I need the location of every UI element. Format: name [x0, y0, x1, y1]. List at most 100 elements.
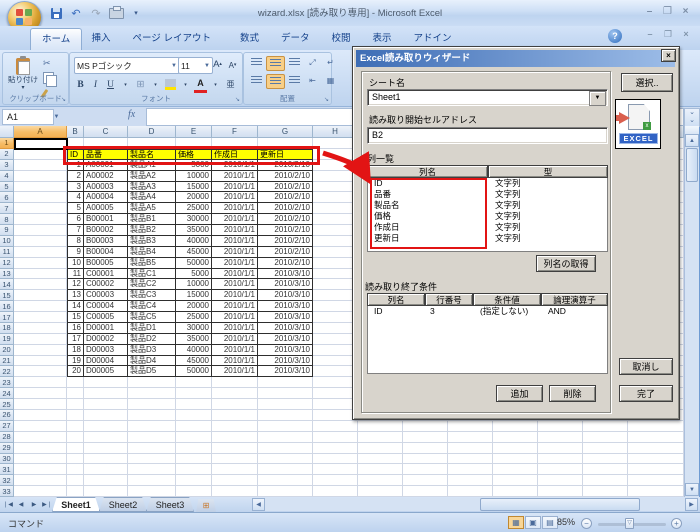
- row-header-21[interactable]: 21: [0, 356, 14, 367]
- cell-F32[interactable]: [212, 475, 258, 486]
- clipboard-dialog-launcher-icon[interactable]: ↘: [61, 96, 66, 103]
- cell-G29[interactable]: [258, 443, 313, 454]
- sheet-tab-Sheet1[interactable]: Sheet1: [52, 497, 100, 512]
- sheet-name-dropdown-icon[interactable]: ▼: [589, 91, 606, 106]
- cell-K31[interactable]: [448, 464, 493, 475]
- cell-L30[interactable]: [493, 454, 538, 465]
- cell-D27[interactable]: [128, 421, 176, 432]
- cell-F10[interactable]: 2010/1/1: [212, 236, 258, 247]
- cell-D5[interactable]: 製品A3: [128, 182, 176, 193]
- cell-C15[interactable]: C00003: [84, 290, 128, 301]
- alignment-dialog-launcher-icon[interactable]: ↘: [324, 96, 329, 103]
- cell-A25[interactable]: [14, 399, 67, 410]
- row-header-5[interactable]: 5: [0, 182, 14, 193]
- cell-H28[interactable]: [313, 432, 358, 443]
- cell-D21[interactable]: 製品D4: [128, 356, 176, 367]
- row-header-26[interactable]: 26: [0, 410, 14, 421]
- cell-B14[interactable]: 12: [67, 279, 84, 290]
- cell-A23[interactable]: [14, 377, 67, 388]
- cell-D7[interactable]: 製品A5: [128, 203, 176, 214]
- cell-B5[interactable]: 3: [67, 182, 84, 193]
- cell-C17[interactable]: C00005: [84, 312, 128, 323]
- cell-B10[interactable]: 8: [67, 236, 84, 247]
- cell-O31[interactable]: [628, 464, 684, 475]
- cell-G12[interactable]: 2010/2/10: [258, 258, 313, 269]
- row-header-11[interactable]: 11: [0, 247, 14, 258]
- cell-F19[interactable]: 2010/1/1: [212, 334, 258, 345]
- row-header-14[interactable]: 14: [0, 279, 14, 290]
- row-header-8[interactable]: 8: [0, 214, 14, 225]
- row-header-1[interactable]: 1: [0, 138, 14, 149]
- get-columns-button[interactable]: 列名の取得: [536, 255, 596, 272]
- select-button[interactable]: 選択..: [621, 73, 673, 92]
- cell-G22[interactable]: 2010/3/10: [258, 366, 313, 377]
- cell-D20[interactable]: 製品D3: [128, 345, 176, 356]
- formula-bar-expand-icon[interactable]: ⌄⌄: [684, 108, 700, 127]
- column-header-D[interactable]: D: [128, 126, 176, 138]
- cut-icon[interactable]: ✂: [43, 57, 61, 69]
- cell-E14[interactable]: 10000: [176, 279, 212, 290]
- cell-B12[interactable]: 10: [67, 258, 84, 269]
- cell-M30[interactable]: [538, 454, 583, 465]
- cell-N28[interactable]: [583, 432, 628, 443]
- cell-B19[interactable]: 17: [67, 334, 84, 345]
- last-sheet-icon[interactable]: ▶❘: [41, 498, 53, 510]
- cell-L29[interactable]: [493, 443, 538, 454]
- column-list-row[interactable]: 価格文字列: [368, 211, 607, 222]
- cell-G24[interactable]: [258, 388, 313, 399]
- cell-A21[interactable]: [14, 356, 67, 367]
- cell-C19[interactable]: D00002: [84, 334, 128, 345]
- cell-B18[interactable]: 16: [67, 323, 84, 334]
- cell-C12[interactable]: B00005: [84, 258, 128, 269]
- cell-B15[interactable]: 13: [67, 290, 84, 301]
- selected-cell-A1[interactable]: [14, 138, 68, 150]
- cell-A33[interactable]: [14, 486, 67, 497]
- cell-B30[interactable]: [67, 454, 84, 465]
- cell-G14[interactable]: 2010/3/10: [258, 279, 313, 290]
- align-top-icon[interactable]: [248, 56, 265, 69]
- tab-データ[interactable]: データ: [270, 28, 321, 50]
- cell-C28[interactable]: [84, 432, 128, 443]
- cell-H31[interactable]: [313, 464, 358, 475]
- orientation-icon[interactable]: ⤢: [304, 56, 321, 69]
- cell-C27[interactable]: [84, 421, 128, 432]
- cell-C30[interactable]: [84, 454, 128, 465]
- cell-C7[interactable]: A00005: [84, 203, 128, 214]
- row-header-24[interactable]: 24: [0, 388, 14, 399]
- merge-center-icon[interactable]: ▦: [322, 74, 339, 87]
- cell-A14[interactable]: [14, 279, 67, 290]
- cell-C33[interactable]: [84, 486, 128, 497]
- cell-A26[interactable]: [14, 410, 67, 421]
- cell-A6[interactable]: [14, 192, 67, 203]
- row-header-3[interactable]: 3: [0, 160, 14, 171]
- cell-I28[interactable]: [358, 432, 403, 443]
- cell-C26[interactable]: [84, 410, 128, 421]
- cell-A4[interactable]: [14, 171, 67, 182]
- font-dialog-launcher-icon[interactable]: ↘: [235, 96, 240, 103]
- cell-E24[interactable]: [176, 388, 212, 399]
- grow-font-icon[interactable]: A▴: [211, 57, 224, 71]
- finish-button[interactable]: 完了: [619, 385, 673, 402]
- cell-G28[interactable]: [258, 432, 313, 443]
- cell-A19[interactable]: [14, 334, 67, 345]
- cell-G20[interactable]: 2010/3/10: [258, 345, 313, 356]
- row-header-25[interactable]: 25: [0, 399, 14, 410]
- cell-A9[interactable]: [14, 225, 67, 236]
- tab-ページ レイアウト[interactable]: ページ レイアウト: [122, 28, 222, 50]
- cell-E11[interactable]: 45000: [176, 247, 212, 258]
- sheet-tab-Sheet3[interactable]: Sheet3: [146, 497, 194, 512]
- cell-O28[interactable]: [628, 432, 684, 443]
- cell-K30[interactable]: [448, 454, 493, 465]
- cell-E31[interactable]: [176, 464, 212, 475]
- cell-A10[interactable]: [14, 236, 67, 247]
- underline-dropdown-icon[interactable]: ▾: [119, 78, 132, 92]
- decrease-indent-icon[interactable]: ⇤: [304, 74, 321, 87]
- zoom-slider-handle[interactable]: ▽: [625, 518, 634, 529]
- cell-E7[interactable]: 25000: [176, 203, 212, 214]
- cell-F7[interactable]: 2010/1/1: [212, 203, 258, 214]
- cell-D31[interactable]: [128, 464, 176, 475]
- cell-C10[interactable]: B00003: [84, 236, 128, 247]
- cell-F14[interactable]: 2010/1/1: [212, 279, 258, 290]
- cell-D19[interactable]: 製品D2: [128, 334, 176, 345]
- cell-C5[interactable]: A00003: [84, 182, 128, 193]
